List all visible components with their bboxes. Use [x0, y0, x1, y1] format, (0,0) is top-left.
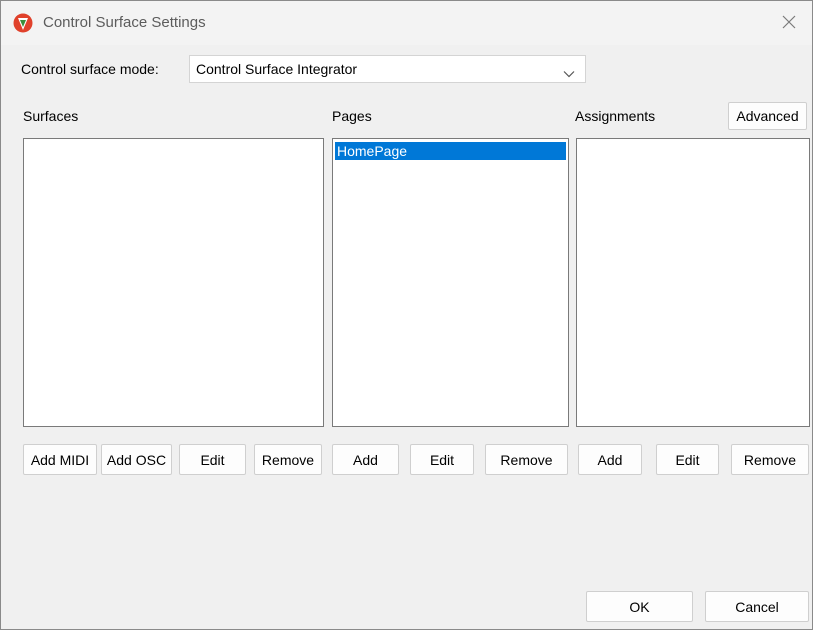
close-button[interactable]: [766, 1, 812, 45]
control-surface-mode-dropdown[interactable]: Control Surface Integrator: [189, 55, 586, 83]
pages-add-button[interactable]: Add: [332, 444, 399, 475]
close-icon: [782, 15, 796, 32]
window-title: Control Surface Settings: [43, 14, 206, 31]
reaper-logo-icon: [13, 13, 33, 33]
add-osc-button[interactable]: Add OSC: [101, 444, 172, 475]
pages-edit-button[interactable]: Edit: [410, 444, 474, 475]
assignments-label: Assignments: [575, 108, 656, 124]
ok-button[interactable]: OK: [586, 591, 693, 622]
pages-remove-button[interactable]: Remove: [485, 444, 568, 475]
cancel-button[interactable]: Cancel: [705, 591, 809, 622]
assignments-remove-button[interactable]: Remove: [731, 444, 809, 475]
dialog-window: Control Surface Settings Control surface…: [0, 0, 813, 630]
chevron-down-icon: [563, 65, 575, 81]
pages-list[interactable]: HomePage: [332, 138, 569, 427]
assignments-edit-button[interactable]: Edit: [656, 444, 719, 475]
assignments-add-button[interactable]: Add: [578, 444, 642, 475]
title-bar[interactable]: Control Surface Settings: [1, 1, 812, 45]
surfaces-label: Surfaces: [23, 108, 79, 124]
mode-selected-value: Control Surface Integrator: [196, 61, 358, 77]
surfaces-remove-button[interactable]: Remove: [254, 444, 322, 475]
pages-label: Pages: [332, 108, 372, 124]
assignments-list[interactable]: [576, 138, 810, 427]
advanced-button[interactable]: Advanced: [728, 102, 807, 130]
list-item[interactable]: HomePage: [335, 142, 566, 160]
mode-label: Control surface mode:: [21, 61, 159, 77]
add-midi-button[interactable]: Add MIDI: [23, 444, 97, 475]
surfaces-edit-button[interactable]: Edit: [179, 444, 246, 475]
surfaces-list[interactable]: [23, 138, 324, 427]
